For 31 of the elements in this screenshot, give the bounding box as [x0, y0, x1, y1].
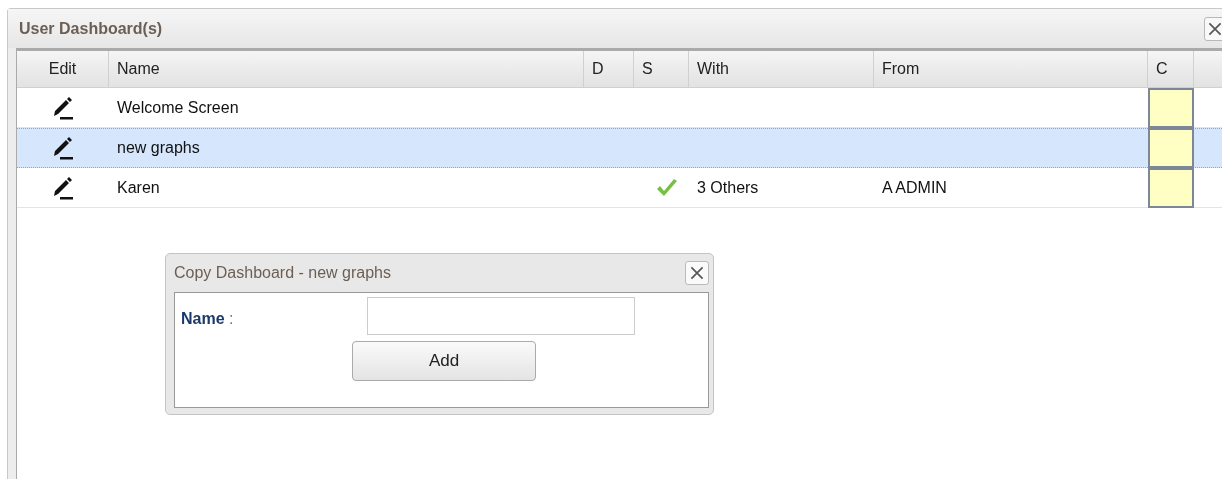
table-cell-text: Karen — [116, 178, 161, 198]
color-cell — [1148, 88, 1194, 128]
column-header[interactable]: With — [689, 51, 874, 88]
column-header — [1194, 51, 1222, 88]
close-icon[interactable] — [690, 266, 704, 280]
close-button[interactable] — [685, 261, 709, 285]
column-header[interactable]: From — [874, 51, 1148, 88]
add-button[interactable]: Add — [352, 341, 536, 381]
table-row[interactable]: Welcome Screen — [17, 88, 1222, 128]
close-icon[interactable] — [1208, 21, 1222, 36]
table-row[interactable]: Karen 3 Others A ADMIN — [17, 168, 1222, 208]
column-header[interactable]: D — [584, 51, 634, 88]
name-input-field[interactable] — [367, 297, 635, 335]
table-row[interactable]: new graphs — [17, 128, 1222, 168]
color-cell — [1148, 128, 1194, 168]
pencil-icon[interactable] — [52, 176, 74, 200]
column-header[interactable]: C — [1148, 51, 1194, 88]
pencil-icon[interactable] — [52, 96, 74, 120]
table-cell-text: Welcome Screen — [116, 98, 240, 118]
column-header[interactable]: Name — [109, 51, 584, 88]
table-cell-text: new graphs — [116, 138, 201, 158]
column-header[interactable]: Edit — [17, 51, 109, 88]
column-header[interactable]: S — [634, 51, 689, 88]
color-cell — [1148, 168, 1194, 208]
close-button[interactable] — [1204, 16, 1222, 41]
pencil-icon[interactable] — [52, 136, 74, 160]
dialog-title: Copy Dashboard - new graphs — [174, 264, 391, 282]
field-label: Name : — [181, 310, 235, 328]
window-title: User Dashboard(s) — [19, 19, 163, 38]
table-cell: 3 Others — [697, 179, 759, 197]
table-cell: A ADMIN — [882, 179, 947, 197]
